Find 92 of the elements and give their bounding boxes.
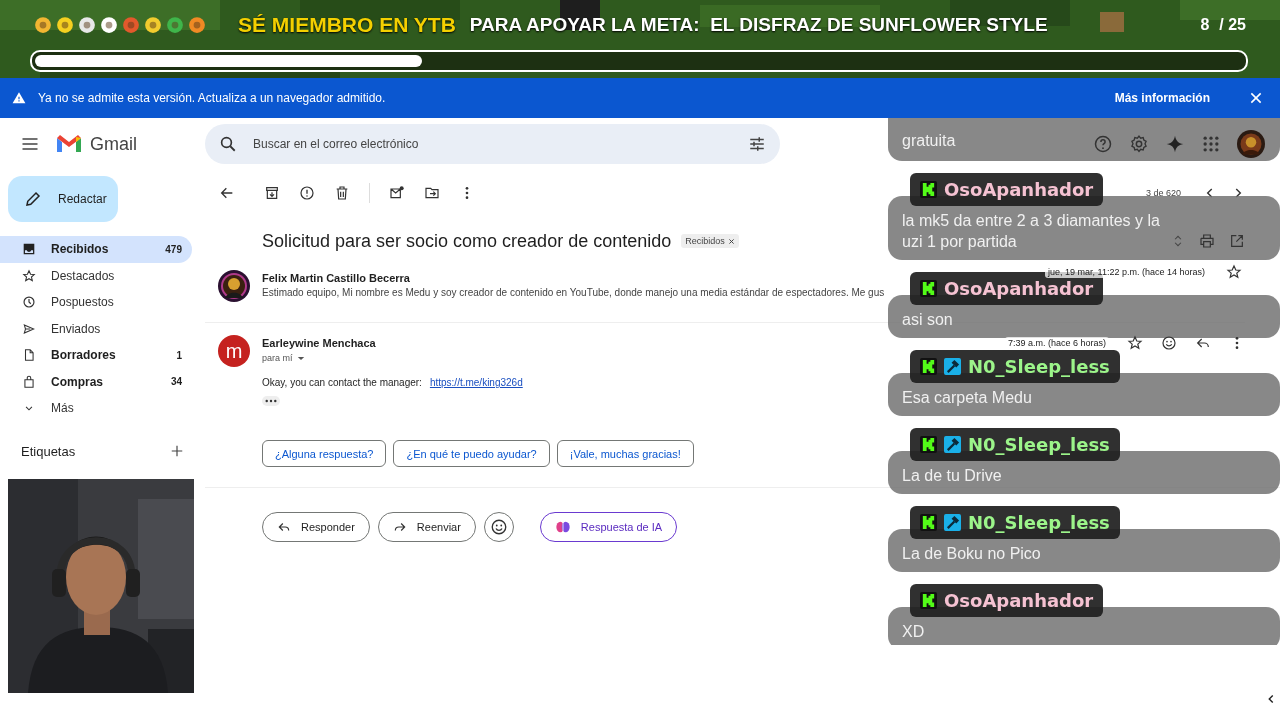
gmail-logo-icon: [56, 134, 82, 154]
add-icon[interactable]: [170, 444, 184, 458]
search-field[interactable]: Buscar en el correo electrónico: [251, 136, 734, 152]
star-icon[interactable]: [1226, 264, 1242, 280]
ai-reply-button[interactable]: Respuesta de IA: [539, 512, 678, 542]
print-icon[interactable]: [1199, 233, 1215, 249]
smart-reply-button[interactable]: ¿En qué te puedo ayudar?: [393, 440, 550, 467]
search-bar[interactable]: Buscar en el correo electrónico: [205, 124, 780, 164]
k-badge-icon: [920, 358, 937, 375]
recipient-dropdown[interactable]: para mí: [262, 353, 293, 363]
back-icon[interactable]: [219, 185, 235, 201]
send-icon: [22, 321, 36, 336]
search-icon[interactable]: [219, 135, 237, 153]
notice-text: Ya no se admite esta versión. Actualiza a un navegador admitido.: [38, 91, 386, 105]
sidebar-item[interactable]: Enviados: [0, 315, 192, 342]
pencil-icon: [24, 190, 42, 208]
app-name: Gmail: [90, 133, 137, 155]
spam-icon[interactable]: [299, 185, 315, 201]
message-time: jue, 19 mar, 11:22 p.m. (hace 14 horas): [1045, 266, 1208, 278]
show-trimmed-button[interactable]: [262, 396, 280, 406]
chat-message: La de Boku no Pico: [902, 544, 1041, 564]
forward-button[interactable]: Reenviar: [377, 512, 476, 542]
k-badge-icon: [920, 592, 937, 609]
chat-username: N0_Sleep_less: [968, 434, 1110, 455]
file-icon: [22, 348, 36, 363]
labels-heading: Etiquetas: [21, 443, 76, 459]
remove-label-icon[interactable]: [727, 237, 735, 245]
sparkle-icon[interactable]: [1165, 134, 1185, 154]
avatar-letter: m: [218, 335, 250, 367]
pager-text: 3 de 620: [1145, 188, 1181, 198]
brain-icon: [554, 519, 571, 535]
forward-icon: [392, 520, 407, 534]
smiley-icon: [489, 518, 508, 536]
sender-name: Felix Martin Castillo Becerra: [262, 272, 411, 284]
dots-icon: [265, 399, 277, 403]
sidebar-item[interactable]: Borradores 1: [0, 342, 192, 369]
chat-username: N0_Sleep_less: [968, 512, 1110, 533]
k-badge-icon: [920, 181, 937, 198]
chat-message: gratuita: [902, 131, 956, 151]
message-link[interactable]: https://t.me/king326d: [429, 377, 523, 388]
email-subject: Solicitud para ser socio como creador de contenido: [262, 230, 672, 252]
chat-username: OsoApanhador: [944, 590, 1094, 611]
hammer-badge-icon: [944, 358, 961, 375]
hammer-badge-icon: [944, 436, 961, 453]
emoji-button[interactable]: [483, 512, 514, 542]
chat-message: Esa carpeta Medu: [902, 388, 1032, 408]
k-badge-icon: [920, 280, 937, 297]
message-time: 7:39 a.m. (hace 6 horas): [1004, 337, 1109, 349]
sender-name: Earleywine Menchaca: [262, 337, 377, 349]
sidebar-item[interactable]: Pospuestos: [0, 289, 192, 316]
star-icon[interactable]: [1127, 335, 1143, 351]
star-icon: [22, 268, 36, 283]
message-body: Okay, you can contact the manager:: [262, 377, 422, 388]
message-snippet: Estimado equipo, Mi nombre es Medu y soy creador de contenido en YouTube, donde manejo una media estándar de espectadores. Me gus: [262, 287, 885, 298]
banner-goal: PARA APOYAR LA META: EL DISFRAZ DE SUNFLOWER STYLE: [469, 14, 1048, 36]
chat-message: XD: [902, 622, 925, 642]
sidebar-item[interactable]: Más: [0, 395, 192, 422]
sidebar-item[interactable]: Recibidos 479: [0, 236, 192, 263]
caret-icon[interactable]: [296, 355, 305, 361]
settings-icon[interactable]: [1129, 134, 1149, 154]
help-icon[interactable]: [1093, 134, 1113, 154]
k-badge-icon: [920, 514, 937, 531]
chat-message: asi son: [902, 310, 953, 330]
goal-total: / 25: [1219, 16, 1246, 34]
banner-headline: SÉ MIEMBRO EN YTB: [238, 13, 456, 37]
move-to-icon[interactable]: [424, 185, 440, 201]
close-icon[interactable]: [1248, 90, 1264, 106]
warning-icon: [12, 91, 26, 105]
chat-message: la mk5 da entre 2 a 3 diamantes y la uzi 1 por partida: [902, 211, 1161, 252]
inbox-icon: [22, 242, 36, 257]
reply-icon: [277, 520, 291, 534]
mark-unread-icon[interactable]: [389, 185, 405, 201]
hammer-badge-icon: [944, 514, 961, 531]
chat-message: La de tu Drive: [902, 466, 1002, 486]
chat-username: OsoApanhador: [944, 179, 1094, 200]
sidebar-item[interactable]: Compras 34: [0, 368, 192, 395]
compose-button[interactable]: Redactar: [8, 176, 118, 222]
sidebar-item[interactable]: Destacados: [0, 262, 192, 289]
clock-icon: [22, 295, 36, 310]
filter-icon[interactable]: [748, 135, 766, 153]
chat-username: OsoApanhador: [944, 278, 1094, 299]
k-badge-icon: [920, 436, 937, 453]
bag-icon: [22, 374, 36, 389]
smart-reply-button[interactable]: ¿Alguna respuesta?: [262, 440, 387, 467]
goal-count: 8: [1200, 16, 1210, 34]
reply-button[interactable]: Responder: [262, 512, 370, 542]
smart-reply-button[interactable]: ¡Vale, muchas gracias!: [556, 440, 694, 467]
open-in-new-icon[interactable]: [1229, 233, 1245, 249]
more-info-link[interactable]: Más información: [1114, 91, 1210, 105]
chat-username: N0_Sleep_less: [968, 356, 1110, 377]
archive-icon[interactable]: [264, 185, 280, 201]
delete-icon[interactable]: [334, 185, 350, 201]
